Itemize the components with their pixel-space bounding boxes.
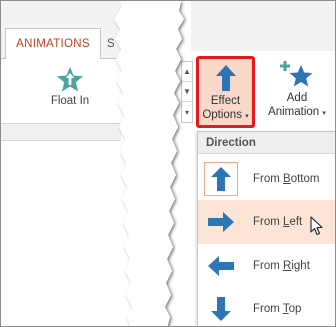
dropdown-caret-icon: ▾ (322, 110, 326, 117)
arrow-down-icon (204, 292, 238, 326)
arrow-right-icon (204, 205, 238, 239)
add-animation-label-1: Add (286, 92, 308, 104)
menu-item-from-bottom[interactable]: From Bottom (198, 157, 335, 201)
effect-options-button[interactable]: Effect Options ▾ (196, 56, 255, 128)
effect-options-label-2: Options ▾ (202, 109, 249, 121)
arrow-left-icon (204, 249, 238, 283)
menu-item-label: From Left (253, 216, 303, 228)
add-animation-label-2: Animation ▾ (268, 106, 326, 118)
menu-item-label: From Bottom (253, 173, 320, 185)
star-icon (55, 65, 85, 93)
tab-animations[interactable]: ANIMATIONS (5, 28, 101, 59)
menu-item-from-right[interactable]: From Right (198, 244, 335, 288)
dropdown-caret-icon: ▾ (245, 113, 249, 120)
powerpoint-window: ANIMATIONS S Float In ▲ ▼ ▾ Effect Optio… (0, 0, 336, 327)
menu-item-from-top[interactable]: From Top (198, 287, 335, 326)
effect-options-label-1: Effect (210, 95, 241, 107)
menu-item-label: From Top (253, 303, 302, 315)
direction-menu-header: Direction (198, 132, 335, 154)
menu-item-label: From Right (253, 260, 310, 272)
arrow-up-icon (204, 162, 238, 196)
add-animation-button[interactable]: Add Animation ▾ (261, 56, 333, 128)
animation-float-in[interactable]: Float In (35, 65, 105, 117)
gallery-item-label: Float In (50, 95, 90, 107)
arrow-up-icon (211, 62, 241, 94)
mouse-cursor-icon (310, 216, 323, 236)
torn-edge (114, 1, 184, 326)
add-star-icon (279, 59, 315, 91)
ribbon-group-bar (1, 123, 121, 141)
